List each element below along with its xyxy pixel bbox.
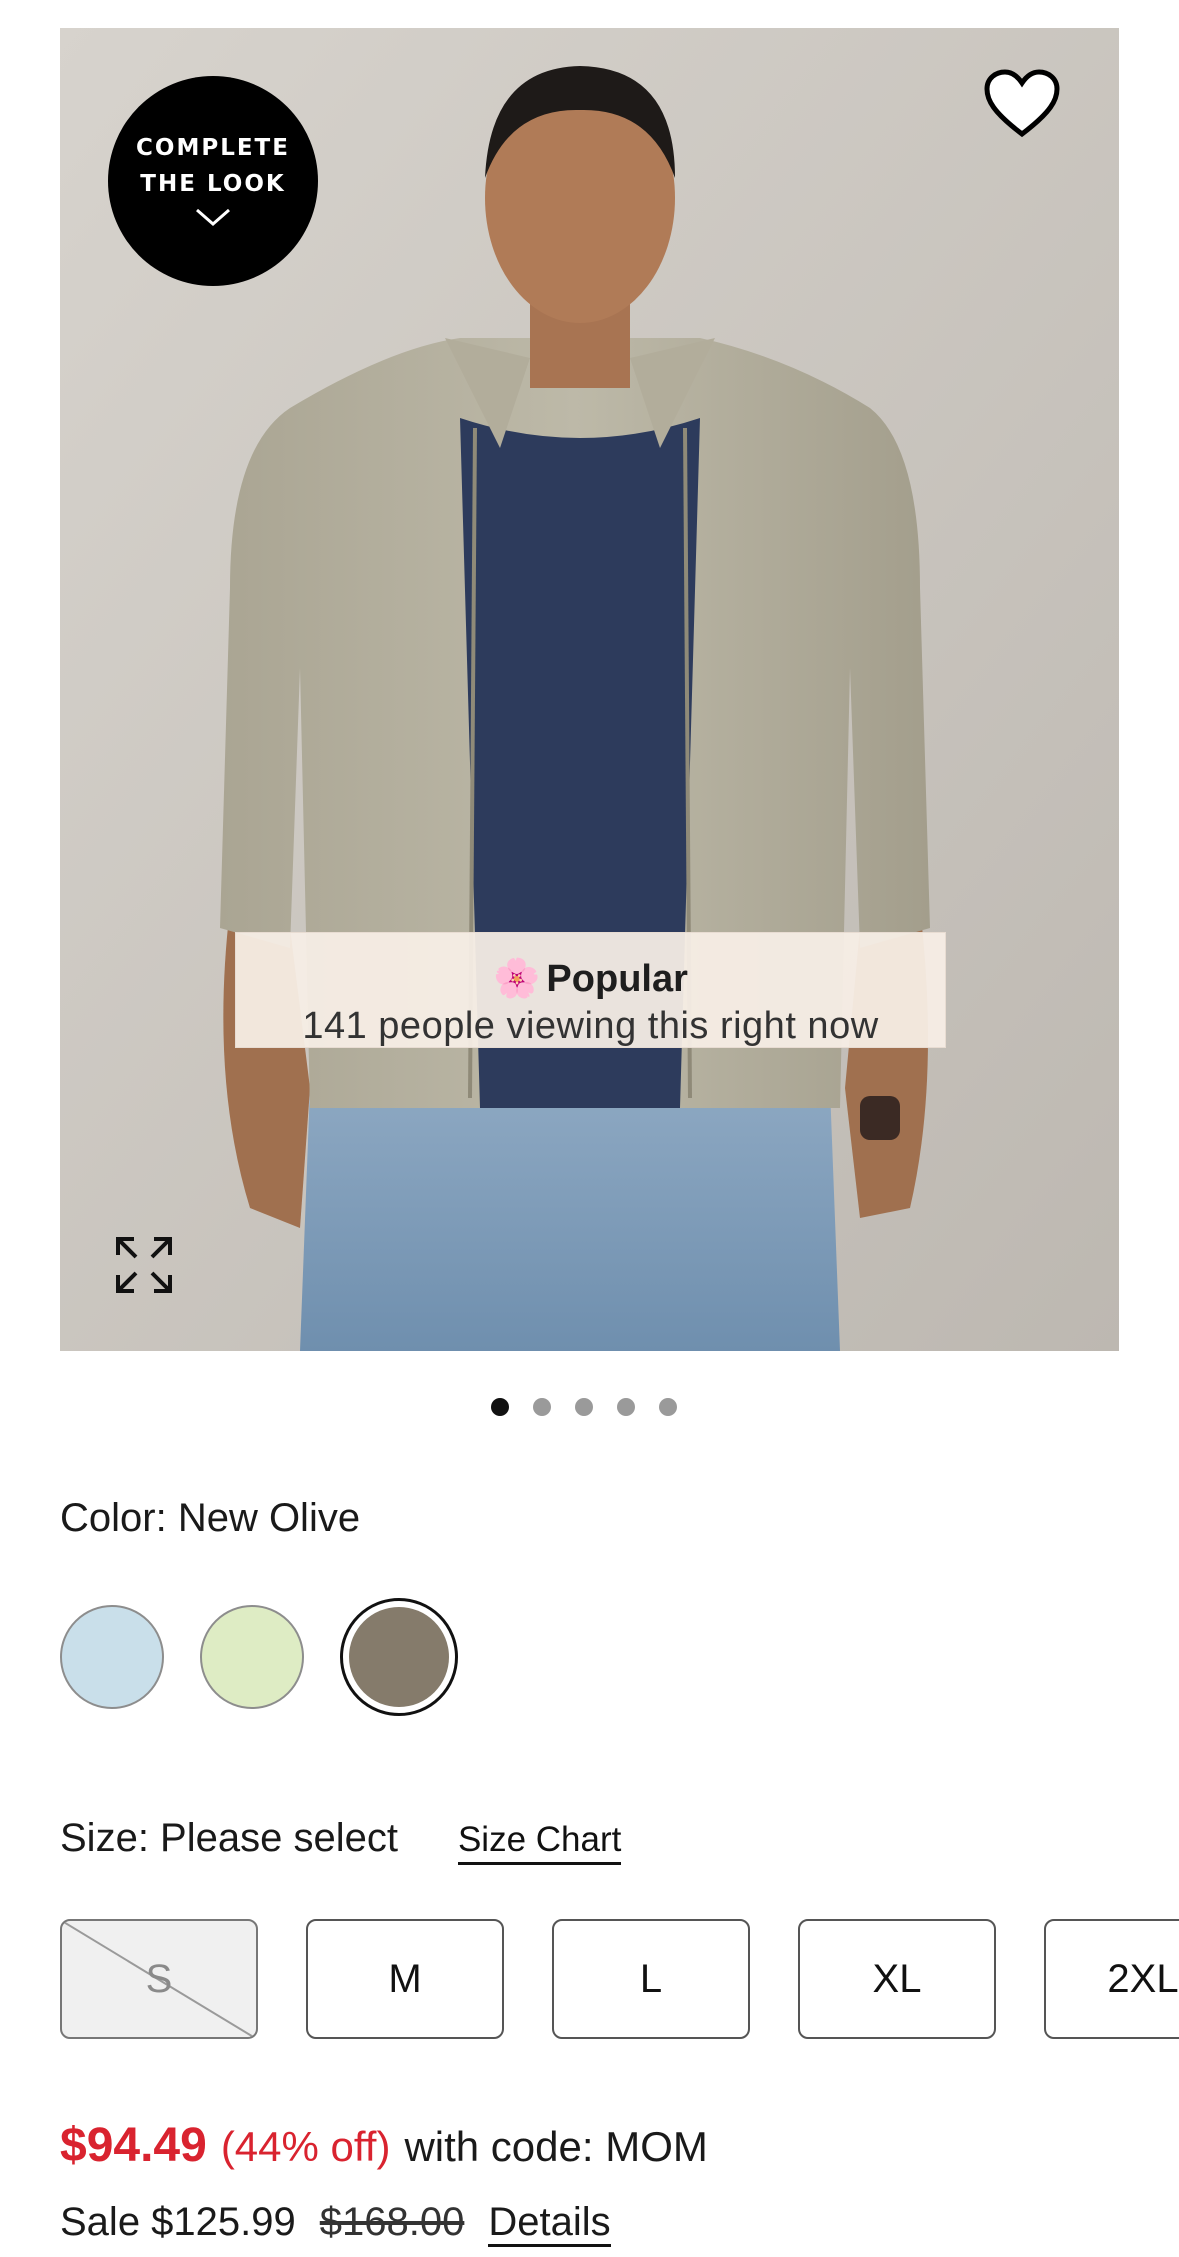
heart-icon[interactable] xyxy=(983,68,1061,140)
details-link[interactable]: Details xyxy=(488,2200,611,2247)
percent-off: (44% off) xyxy=(220,2123,391,2170)
popular-banner: 🌸 Popular 141 people viewing this right … xyxy=(235,932,946,1048)
size-option-xl[interactable]: XL xyxy=(798,1919,996,2039)
sale-price: Sale $125.99 xyxy=(60,2200,296,2244)
size-option-label: L xyxy=(639,1956,663,2001)
complete-the-look-button[interactable]: COMPLETE THE LOOK xyxy=(108,76,318,286)
size-option-l[interactable]: L xyxy=(552,1919,750,2039)
size-option-label: M xyxy=(388,1956,422,2001)
carousel-dot[interactable] xyxy=(574,1398,593,1416)
original-price: $168.00 xyxy=(319,2200,465,2244)
size-option-label: XL xyxy=(872,1956,922,2001)
complete-the-look-line1: COMPLETE xyxy=(136,134,290,161)
expand-icon[interactable] xyxy=(112,1233,176,1297)
size-option-2xl[interactable]: 2XL xyxy=(1044,1919,1179,2039)
size-option-label: S xyxy=(145,1956,173,2001)
carousel-dots xyxy=(0,1398,1179,1416)
color-swatches xyxy=(60,1598,458,1716)
carousel-dot[interactable] xyxy=(658,1398,677,1416)
color-label: Color: New Olive xyxy=(60,1496,361,1540)
size-label: Size: Please select xyxy=(60,1816,398,1860)
chevron-down-icon xyxy=(193,206,233,233)
viewers-count-text: 141 people viewing this right now xyxy=(302,1005,879,1047)
promo-code-text: with code: MOM xyxy=(404,2123,708,2170)
size-header: Size: Please select Size Chart xyxy=(60,1816,622,1865)
sale-price-line: Sale $125.99 $168.00 Details xyxy=(60,2200,611,2247)
popular-title: Popular xyxy=(546,957,688,1000)
size-option-m[interactable]: M xyxy=(306,1919,504,2039)
promo-price: $94.49 xyxy=(60,2119,207,2172)
size-option-s[interactable]: S xyxy=(60,1919,258,2039)
carousel-dot[interactable] xyxy=(490,1398,509,1416)
size-options: S M L XL 2XL xyxy=(60,1919,1179,2043)
color-swatch-light-green[interactable] xyxy=(200,1605,304,1709)
complete-the-look-line2: THE LOOK xyxy=(140,170,286,197)
carousel-dot[interactable] xyxy=(616,1398,635,1416)
color-swatch-light-blue[interactable] xyxy=(60,1605,164,1709)
color-swatch-fill xyxy=(349,1607,449,1707)
flower-icon: 🌸 xyxy=(493,958,541,1000)
color-swatch-new-olive[interactable] xyxy=(340,1598,458,1716)
size-option-label: 2XL xyxy=(1107,1956,1179,2001)
product-image[interactable]: COMPLETE THE LOOK 🌸 Popular 141 people v… xyxy=(60,28,1119,1351)
size-chart-link[interactable]: Size Chart xyxy=(457,1820,622,1865)
carousel-dot[interactable] xyxy=(532,1398,551,1416)
promo-price-line: $94.49 (44% off) with code: MOM xyxy=(60,2118,708,2173)
